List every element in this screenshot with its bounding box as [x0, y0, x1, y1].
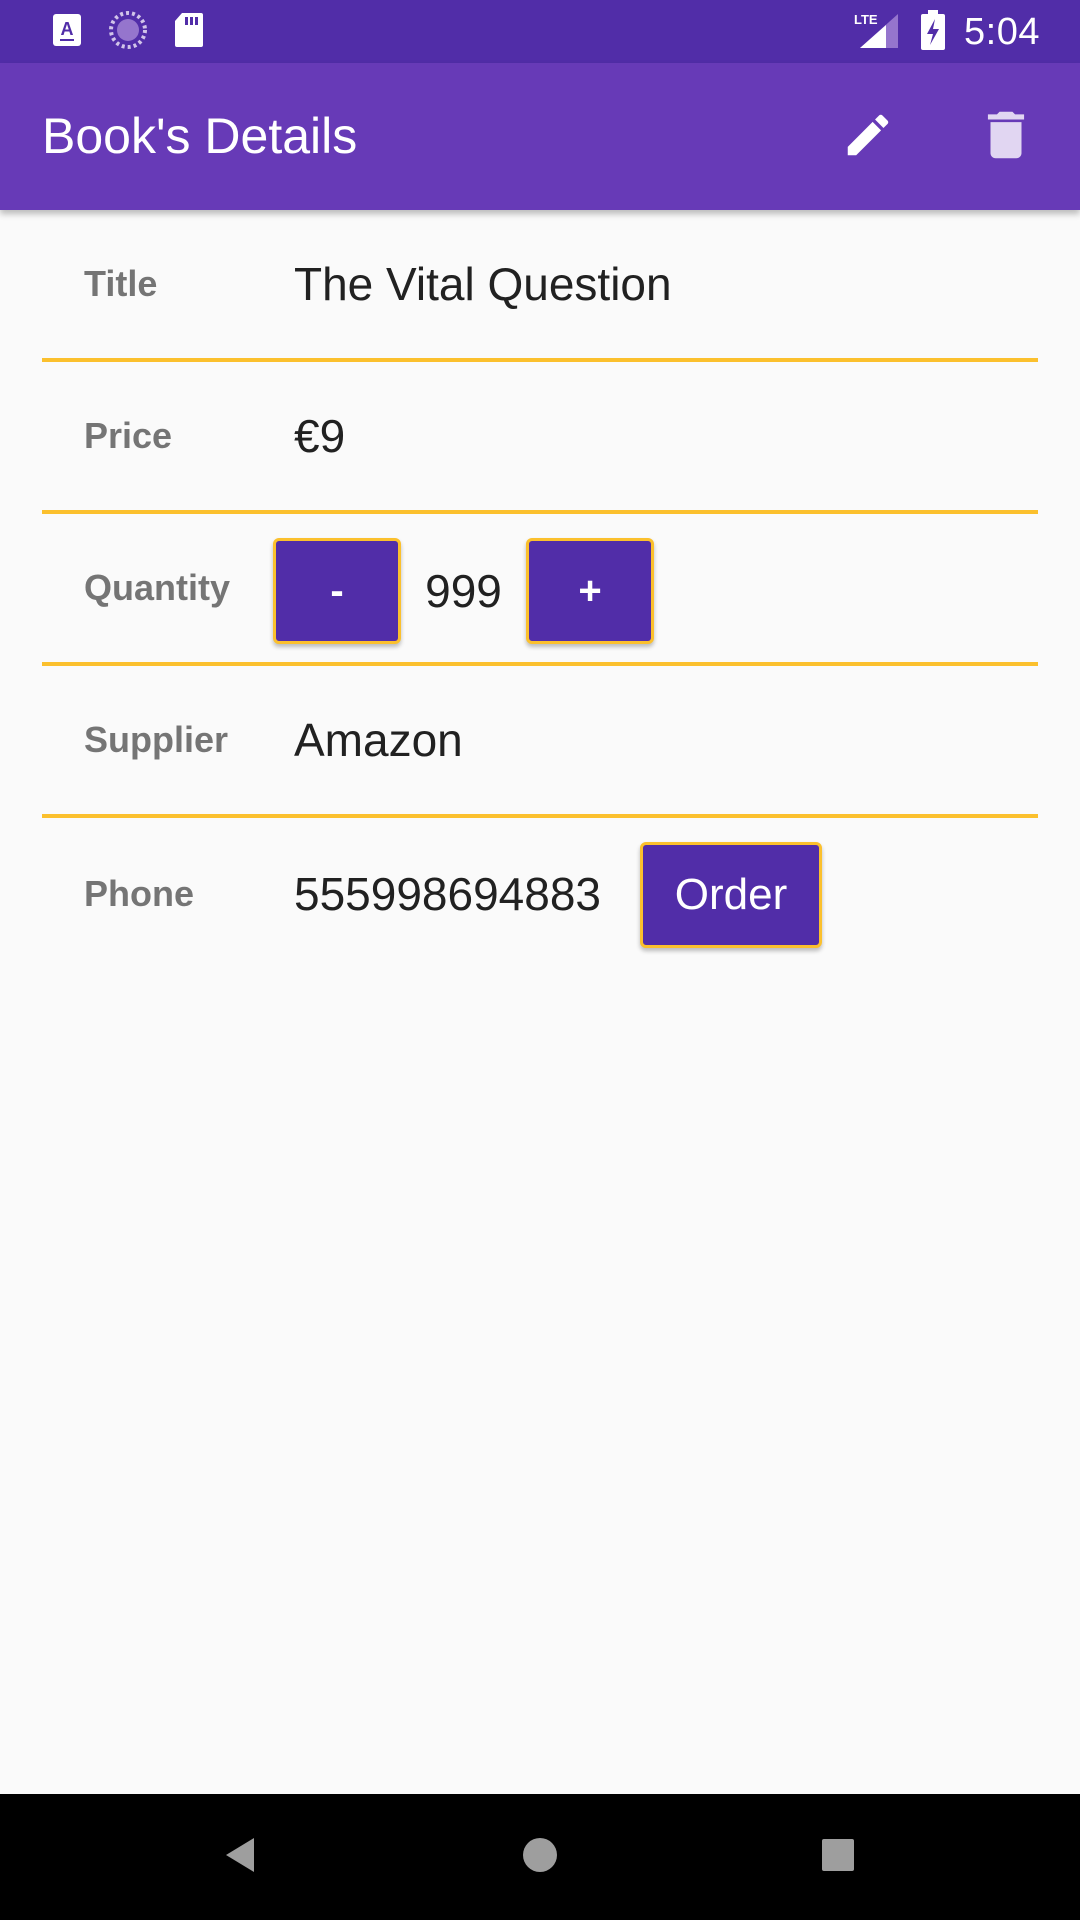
battery-charging-icon	[920, 9, 946, 55]
quantity-value: 999	[425, 565, 502, 617]
title-value: The Vital Question	[294, 258, 672, 310]
supplier-row: Supplier Amazon	[42, 666, 1038, 818]
price-value: €9	[294, 410, 346, 462]
back-button[interactable]	[210, 1827, 270, 1887]
sd-card-icon	[174, 12, 204, 53]
status-clock: 5:04	[964, 10, 1040, 53]
phone-label: Phone	[84, 873, 195, 914]
recents-square-icon	[821, 1838, 855, 1877]
title-row: Title The Vital Question	[42, 210, 1038, 362]
phone-value: 555998694883	[294, 868, 601, 920]
home-button[interactable]	[510, 1827, 570, 1887]
status-bar: A LTE 5:04	[0, 0, 1080, 63]
supplier-label: Supplier	[84, 719, 229, 760]
increment-button[interactable]: +	[526, 538, 654, 644]
trash-icon	[975, 102, 1037, 173]
order-button[interactable]: Order	[640, 842, 822, 948]
book-details-form: Title The Vital Question Price €9 Quanti…	[42, 210, 1038, 970]
app-bar: Book's Details	[0, 63, 1080, 210]
quantity-row: Quantity - 999 +	[42, 514, 1038, 666]
price-row: Price €9	[42, 362, 1038, 514]
app-notification-icon: A	[52, 13, 82, 52]
edit-button[interactable]	[830, 99, 906, 175]
recents-button[interactable]	[808, 1827, 868, 1887]
book-details-screen: A LTE 5:04 Book's Details Title The Vita…	[0, 0, 1080, 1920]
quantity-label: Quantity	[84, 567, 231, 608]
system-status-icons: LTE 5:04	[852, 8, 1040, 56]
home-circle-icon	[522, 1837, 558, 1878]
decrement-button[interactable]: -	[273, 538, 401, 644]
notification-icons: A	[52, 10, 204, 55]
svg-text:A: A	[61, 19, 74, 39]
back-triangle-icon	[222, 1835, 258, 1880]
page-title: Book's Details	[42, 108, 358, 164]
supplier-value: Amazon	[294, 714, 463, 766]
svg-text:LTE: LTE	[854, 12, 878, 27]
quantity-stepper: - 999 +	[273, 538, 654, 644]
title-label: Title	[84, 263, 158, 304]
price-label: Price	[84, 415, 173, 456]
phone-row: Phone 555998694883 Order	[42, 818, 1038, 970]
lte-signal-icon: LTE	[852, 10, 902, 55]
navigation-bar	[0, 1794, 1080, 1920]
sync-progress-icon	[108, 10, 148, 55]
pencil-icon	[841, 108, 895, 167]
delete-button[interactable]	[968, 99, 1044, 175]
